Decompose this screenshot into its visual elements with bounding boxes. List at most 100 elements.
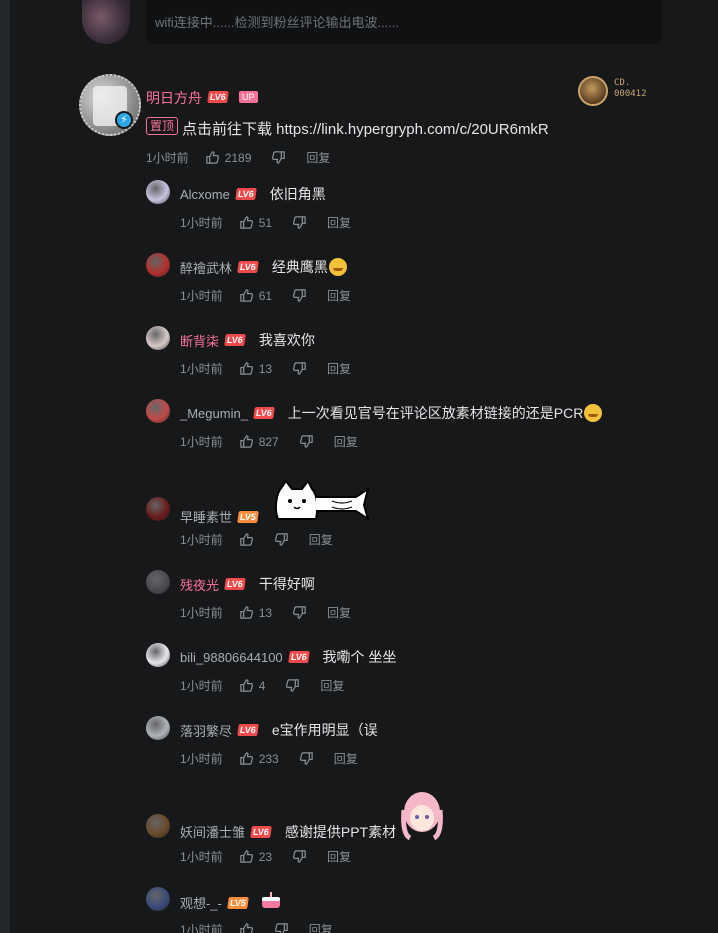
- thumbs-down-icon: [299, 752, 313, 765]
- reply-button[interactable]: 回复: [327, 287, 351, 304]
- like-count: 827: [258, 434, 279, 449]
- like-button[interactable]: 23: [239, 849, 272, 864]
- avatar[interactable]: [146, 180, 170, 204]
- avatar[interactable]: [146, 497, 170, 521]
- reply-username[interactable]: 观想-_-: [180, 893, 222, 912]
- like-button[interactable]: 13: [239, 361, 272, 376]
- dislike-button[interactable]: [299, 434, 314, 449]
- reply-text[interactable]: 干得好啊: [259, 574, 315, 594]
- reply-actions: 1小时前 4 回复: [180, 677, 344, 694]
- thumbs-up-icon: [239, 435, 253, 448]
- level-badge: LV5: [227, 896, 249, 909]
- avatar[interactable]: [146, 570, 170, 594]
- dislike-button[interactable]: [285, 678, 300, 693]
- thumbs-down-icon: [292, 606, 306, 619]
- like-button[interactable]: 61: [239, 288, 272, 303]
- avatar[interactable]: [82, 0, 130, 44]
- up-tag: UP: [239, 91, 258, 103]
- reply-text[interactable]: e宝作用明显（误: [272, 720, 378, 740]
- reply-button[interactable]: 回复: [334, 433, 358, 450]
- level-badge: LV6: [224, 578, 246, 590]
- up-avatar[interactable]: ⚡: [79, 74, 141, 136]
- reply-username[interactable]: 残夜光: [180, 575, 219, 594]
- reply-button[interactable]: 回复: [320, 677, 344, 694]
- like-count: 13: [258, 605, 273, 620]
- dislike-button[interactable]: [292, 605, 307, 620]
- dislike-button[interactable]: [274, 922, 289, 933]
- reply-username[interactable]: 断背柒: [180, 331, 219, 350]
- like-button[interactable]: 13: [239, 605, 272, 620]
- reply-time: 1小时前: [180, 606, 223, 620]
- reply-button[interactable]: 回复: [309, 921, 333, 933]
- fan-badge-number: CD. 000412: [614, 78, 647, 99]
- dislike-button[interactable]: [292, 288, 307, 303]
- like-button[interactable]: 4: [239, 678, 265, 693]
- thumbs-up-icon: [205, 151, 219, 164]
- avatar[interactable]: [146, 887, 170, 911]
- reply-actions: 1小时前 回复: [180, 921, 333, 933]
- thumbs-up-icon: [239, 752, 253, 765]
- reply-button[interactable]: 回复: [327, 604, 351, 621]
- comment-content[interactable]: 点击前往下载 https://link.hypergryph.com/c/20U…: [182, 118, 549, 139]
- thumbs-up-icon: [239, 289, 253, 302]
- thumbs-up-icon: [239, 923, 253, 933]
- like-button[interactable]: 2189: [205, 150, 252, 165]
- level-badge: LV6: [235, 188, 257, 200]
- reply-username[interactable]: 妖间潘士雏: [180, 822, 245, 841]
- reply-button[interactable]: 回复: [306, 149, 330, 166]
- level-badge: LV6: [207, 91, 229, 103]
- reply-actions: 1小时前 23 回复: [180, 848, 351, 865]
- reply-button[interactable]: 回复: [309, 531, 333, 548]
- reply-button[interactable]: 回复: [327, 360, 351, 377]
- pink-girl-sticker: [400, 790, 444, 845]
- dislike-button[interactable]: [299, 751, 314, 766]
- reply-button[interactable]: 回复: [334, 750, 358, 767]
- like-button[interactable]: 827: [239, 434, 279, 449]
- reply-text[interactable]: 依旧角黑: [270, 184, 326, 204]
- reply-button[interactable]: 回复: [327, 214, 351, 231]
- like-count: 2189: [224, 150, 252, 165]
- reply-text[interactable]: 我喜欢你: [259, 330, 315, 350]
- thumbs-down-icon: [292, 216, 306, 229]
- dislike-button[interactable]: [271, 150, 286, 165]
- dislike-button[interactable]: [274, 532, 289, 547]
- level-badge: LV6: [253, 407, 275, 419]
- dislike-button[interactable]: [292, 361, 307, 376]
- cat-fish-sticker: [272, 479, 372, 532]
- reply-username[interactable]: 早睡素世: [180, 507, 232, 526]
- reply-text[interactable]: 上一次看见官号在评论区放素材链接的还是PCR: [288, 403, 584, 423]
- reply-username[interactable]: 落羽繁尽: [180, 721, 232, 740]
- reply-username[interactable]: bili_98806644100: [180, 650, 283, 665]
- reply-username[interactable]: _Megumin_: [180, 406, 248, 421]
- like-button[interactable]: [239, 532, 254, 547]
- reply-actions: 1小时前 233 回复: [180, 750, 358, 767]
- reply-text[interactable]: 感谢提供PPT素材: [285, 822, 396, 842]
- reply-time: 1小时前: [180, 923, 223, 933]
- like-button[interactable]: 233: [239, 751, 279, 766]
- like-count: 23: [258, 849, 273, 864]
- reply-button[interactable]: 回复: [327, 848, 351, 865]
- dislike-button[interactable]: [292, 849, 307, 864]
- thumbs-up-icon: [239, 850, 253, 863]
- avatar[interactable]: [146, 399, 170, 423]
- reply-text[interactable]: 我嘞个 坐坐: [323, 647, 397, 667]
- reply-text[interactable]: 经典鹰黑: [272, 257, 328, 277]
- avatar[interactable]: [146, 643, 170, 667]
- reply-actions: 1小时前 61 回复: [180, 287, 351, 304]
- dislike-button[interactable]: [292, 215, 307, 230]
- comment-actions: 1小时前 2189 回复: [146, 149, 330, 166]
- like-button[interactable]: 51: [239, 215, 272, 230]
- like-button[interactable]: [239, 922, 254, 933]
- avatar[interactable]: [146, 253, 170, 277]
- thumbs-down-icon: [292, 362, 306, 375]
- avatar[interactable]: [146, 716, 170, 740]
- level-badge: LV6: [250, 825, 272, 838]
- up-username[interactable]: 明日方舟: [146, 88, 202, 108]
- like-count: 13: [258, 361, 273, 376]
- comment-time: 1小时前: [146, 151, 189, 165]
- thumbs-down-icon: [292, 850, 306, 863]
- avatar[interactable]: [146, 326, 170, 350]
- avatar[interactable]: [146, 814, 170, 838]
- reply-username[interactable]: 醉襘武林: [180, 258, 232, 277]
- reply-username[interactable]: Alcxome: [180, 187, 230, 202]
